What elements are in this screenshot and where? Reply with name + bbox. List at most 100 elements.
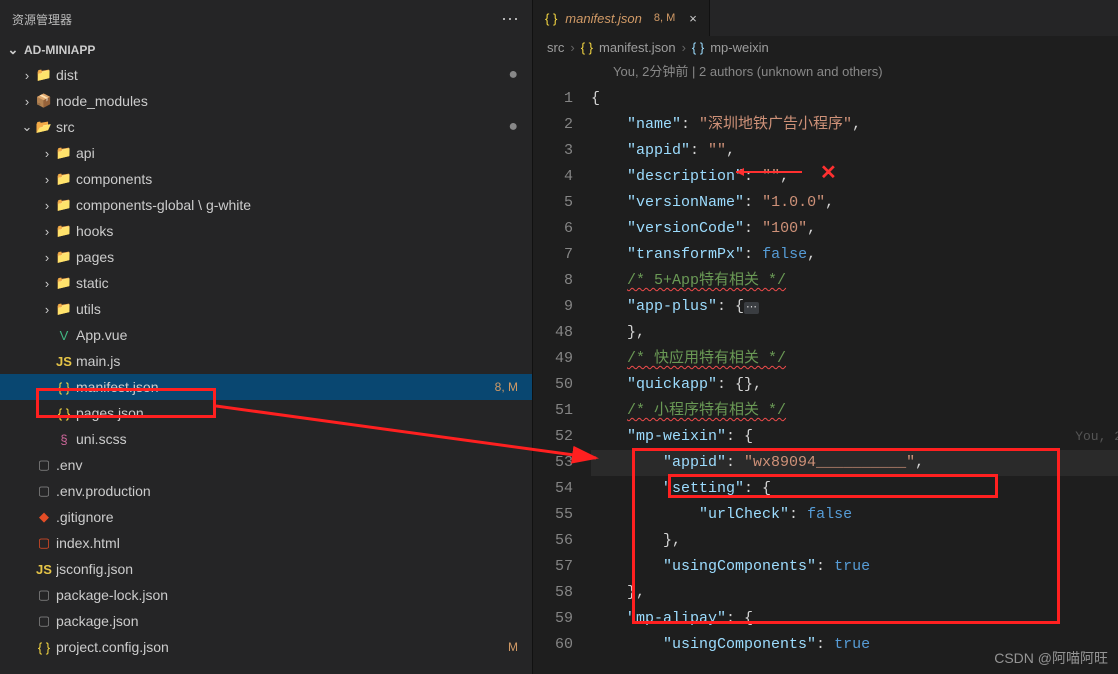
tree-item--gitignore[interactable]: ◆.gitignore: [0, 504, 532, 530]
tree-item-jsconfig-json[interactable]: JSjsconfig.json: [0, 556, 532, 582]
chevron-icon: ›: [20, 68, 34, 83]
tree-item-pages[interactable]: ›📁pages: [0, 244, 532, 270]
tree-label: jsconfig.json: [56, 561, 518, 577]
tree-item-package-lock-json[interactable]: ▢package-lock.json: [0, 582, 532, 608]
tree-item-components-global-g-white[interactable]: ›📁components-global \ g-white: [0, 192, 532, 218]
code-line[interactable]: "app-plus": {⋯: [591, 294, 1118, 320]
tree-item-hooks[interactable]: ›📁hooks: [0, 218, 532, 244]
file-icon: ▢: [34, 587, 54, 603]
chevron-icon: ›: [40, 302, 54, 317]
tree-label: hooks: [76, 223, 518, 239]
chevron-icon: ›: [40, 250, 54, 265]
file-icon: 📁: [34, 67, 54, 83]
code-line[interactable]: "versionCode": "100",: [591, 216, 1118, 242]
tree-label: src: [56, 119, 508, 135]
tree-item-app-vue[interactable]: VApp.vue: [0, 322, 532, 348]
file-icon: 📁: [54, 223, 74, 239]
code-line[interactable]: /* 小程序特有相关 */: [591, 398, 1118, 424]
file-icon: V: [54, 328, 74, 343]
code-body[interactable]: { "name": "深圳地铁广告小程序", "appid": "", "des…: [591, 86, 1118, 674]
json-icon: { }: [581, 40, 593, 55]
chevron-right-icon: ›: [570, 40, 574, 55]
tree-item--env[interactable]: ▢.env: [0, 452, 532, 478]
tree-item-main-js[interactable]: JSmain.js: [0, 348, 532, 374]
file-icon: 📁: [54, 197, 74, 213]
project-name: AD-MINIAPP: [24, 43, 95, 57]
tree-label: index.html: [56, 535, 518, 551]
more-icon[interactable]: ⋯: [501, 9, 520, 30]
chevron-right-icon: ›: [682, 40, 686, 55]
tree-item-package-json[interactable]: ▢package.json: [0, 608, 532, 634]
file-icon: 📁: [54, 249, 74, 265]
code-line[interactable]: /* 5+App特有相关 */: [591, 268, 1118, 294]
code-line[interactable]: "description": "",: [591, 164, 1118, 190]
tree-label: components: [76, 171, 518, 187]
tree-item-project-config-json[interactable]: { }project.config.jsonM: [0, 634, 532, 660]
chevron-icon: ›: [40, 224, 54, 239]
code-line[interactable]: "appid": "",: [591, 138, 1118, 164]
code-line[interactable]: "name": "深圳地铁广告小程序",: [591, 112, 1118, 138]
tree-item-dist[interactable]: ›📁dist●: [0, 62, 532, 88]
tree-label: components-global \ g-white: [76, 197, 518, 213]
tree-item-uni-scss[interactable]: §uni.scss: [0, 426, 532, 452]
tree-label: main.js: [76, 353, 518, 369]
bc-folder[interactable]: src: [547, 40, 564, 55]
chevron-icon: ›: [40, 276, 54, 291]
gitlens-authors: You, 2分钟前 | 2 authors (unknown and other…: [533, 59, 1118, 86]
code-line[interactable]: "versionName": "1.0.0",: [591, 190, 1118, 216]
file-icon: ◆: [34, 509, 54, 525]
tree-item-static[interactable]: ›📁static: [0, 270, 532, 296]
editor-pane: { } manifest.json 8, M × src › { } manif…: [533, 0, 1118, 674]
git-status: M: [508, 640, 518, 654]
git-status: ●: [508, 66, 518, 84]
file-icon: 📁: [54, 301, 74, 317]
file-tree: ›📁dist●›📦node_modules⌄📂src●›📁api›📁compon…: [0, 62, 532, 674]
cross-icon: ✕: [820, 160, 837, 185]
tree-item-components[interactable]: ›📁components: [0, 166, 532, 192]
tab-git-status: 8, M: [654, 12, 675, 24]
tab-filename: manifest.json: [565, 11, 642, 26]
file-icon: ▢: [34, 457, 54, 473]
file-icon: 📁: [54, 145, 74, 161]
tree-label: static: [76, 275, 518, 291]
tree-item-manifest-json[interactable]: { }manifest.json8, M: [0, 374, 532, 400]
tree-item-pages-json[interactable]: { }pages.json: [0, 400, 532, 426]
tree-item-node_modules[interactable]: ›📦node_modules: [0, 88, 532, 114]
tab-manifest[interactable]: { } manifest.json 8, M ×: [533, 0, 710, 36]
code-line[interactable]: "appid": "wx89094__________",: [591, 450, 1118, 476]
file-icon: ▢: [34, 483, 54, 499]
tree-label: pages: [76, 249, 518, 265]
code-line[interactable]: "transformPx": false,: [591, 242, 1118, 268]
file-icon: 📁: [54, 171, 74, 187]
code-line[interactable]: "quickapp": {},: [591, 372, 1118, 398]
line-numbers: 12345678948495051525354555657585960: [541, 86, 591, 674]
file-icon: { }: [34, 640, 54, 655]
tree-item--env-production[interactable]: ▢.env.production: [0, 478, 532, 504]
code-line[interactable]: /* 快应用特有相关 */: [591, 346, 1118, 372]
code-line[interactable]: "mp-alipay": {: [591, 606, 1118, 632]
tree-label: api: [76, 145, 518, 161]
breadcrumb[interactable]: src › { } manifest.json › { } mp-weixin: [533, 36, 1118, 59]
code-line[interactable]: "urlCheck": false: [591, 502, 1118, 528]
code-line[interactable]: },: [591, 580, 1118, 606]
tree-label: uni.scss: [76, 431, 518, 447]
tree-label: manifest.json: [76, 379, 495, 395]
project-header[interactable]: ⌄ AD-MINIAPP: [0, 38, 532, 62]
tree-item-index-html[interactable]: ▢index.html: [0, 530, 532, 556]
code-line[interactable]: },: [591, 320, 1118, 346]
tree-label: App.vue: [76, 327, 518, 343]
code-line[interactable]: "setting": {: [591, 476, 1118, 502]
bc-path[interactable]: mp-weixin: [710, 40, 769, 55]
tree-item-api[interactable]: ›📁api: [0, 140, 532, 166]
tree-item-src[interactable]: ⌄📂src●: [0, 114, 532, 140]
bc-file[interactable]: manifest.json: [599, 40, 676, 55]
git-status: 8, M: [495, 380, 518, 394]
file-icon: 📁: [54, 275, 74, 291]
code-line[interactable]: "usingComponents": true: [591, 554, 1118, 580]
code-line[interactable]: },: [591, 528, 1118, 554]
tree-item-utils[interactable]: ›📁utils: [0, 296, 532, 322]
json-icon: { }: [692, 40, 704, 55]
code-line[interactable]: "mp-weixin": {: [591, 424, 1118, 450]
code-line[interactable]: {: [591, 86, 1118, 112]
close-icon[interactable]: ×: [689, 11, 697, 26]
